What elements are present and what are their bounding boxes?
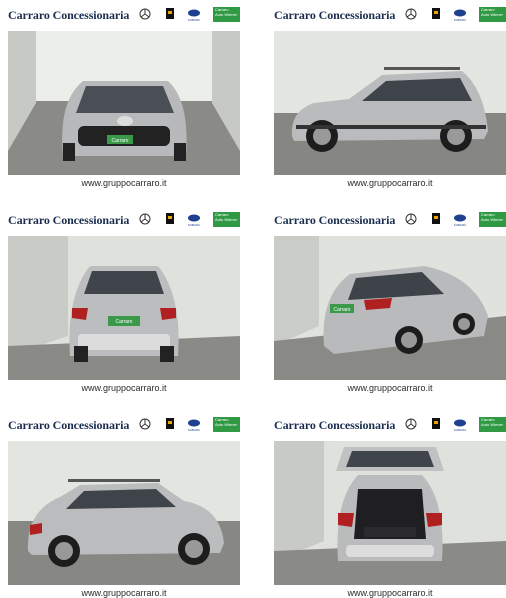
plate-text: Carraro bbox=[112, 138, 129, 144]
mercedes-logo-icon bbox=[404, 413, 418, 435]
photo-panel-3: Carraro Concessionaria SUBARU Carraro Au… bbox=[8, 208, 240, 393]
mercedes-logo-icon bbox=[138, 3, 152, 25]
subaru-label: SUBARU bbox=[188, 428, 201, 432]
dealer-header: Carraro Concessionaria SUBARU Carraro Au… bbox=[8, 3, 240, 25]
plate-text: Carraro bbox=[334, 307, 351, 313]
mercedes-logo-icon bbox=[138, 208, 152, 230]
photo-panel-5: Carraro Concessionaria SUBARU Carraro Au… bbox=[8, 413, 240, 598]
dealer-badge: Carraro Auto Wiener bbox=[479, 212, 506, 227]
badge-line-2: Auto Wiener bbox=[481, 216, 504, 222]
car-photo-rear-three-quarter: Carraro bbox=[274, 236, 506, 380]
badge-line-2: Auto Wiener bbox=[215, 11, 238, 17]
photo-panel-6: Carraro Concessionaria SUBARU Carraro Au… bbox=[274, 413, 506, 598]
subaru-label: SUBARU bbox=[188, 223, 201, 227]
subaru-label: SUBARU bbox=[188, 18, 201, 22]
mercedes-logo-icon bbox=[404, 3, 418, 25]
smart-logo-icon bbox=[164, 3, 176, 25]
website-caption: www.gruppocarraro.it bbox=[347, 383, 433, 393]
badge-line-2: Auto Wiener bbox=[481, 11, 504, 17]
website-caption: www.gruppocarraro.it bbox=[347, 178, 433, 188]
subaru-logo-icon: SUBARU bbox=[185, 413, 203, 435]
brand-name: Carraro Concessionaria bbox=[274, 418, 396, 432]
dealer-header: Carraro Concessionaria SUBARU Carraro Au… bbox=[274, 208, 506, 230]
badge-line-2: Auto Wiener bbox=[215, 216, 238, 222]
dealer-badge: Carraro Auto Wiener bbox=[479, 7, 506, 22]
dealer-badge: Carraro Auto Wiener bbox=[213, 7, 240, 22]
car-photo-front: Carraro bbox=[8, 31, 240, 175]
brand-name: Carraro Concessionaria bbox=[8, 418, 130, 432]
subaru-logo-icon: SUBARU bbox=[185, 208, 203, 230]
badge-line-2: Auto Wiener bbox=[215, 421, 238, 427]
website-caption: www.gruppocarraro.it bbox=[81, 383, 167, 393]
car-photo-side-right bbox=[274, 31, 506, 175]
plate-text: Carraro bbox=[116, 319, 133, 325]
smart-logo-icon bbox=[430, 208, 442, 230]
mercedes-logo-icon bbox=[138, 413, 152, 435]
photo-panel-1: Carraro Concessionaria SUBARU Carraro Au… bbox=[8, 3, 240, 188]
dealer-badge: Carraro Auto Wiener bbox=[479, 417, 506, 432]
brand-name: Carraro Concessionaria bbox=[8, 8, 130, 22]
brand-name: Carraro Concessionaria bbox=[8, 213, 130, 227]
smart-logo-icon bbox=[430, 413, 442, 435]
photo-panel-4: Carraro Concessionaria SUBARU Carraro Au… bbox=[274, 208, 506, 393]
subaru-label: SUBARU bbox=[454, 18, 467, 22]
dealer-header: Carraro Concessionaria SUBARU Carraro Au… bbox=[8, 208, 240, 230]
smart-logo-icon bbox=[164, 208, 176, 230]
car-photo-side-left bbox=[8, 441, 240, 585]
dealer-badge: Carraro Auto Wiener bbox=[213, 417, 240, 432]
dealer-header: Carraro Concessionaria SUBARU Carraro Au… bbox=[8, 413, 240, 435]
smart-logo-icon bbox=[164, 413, 176, 435]
badge-line-2: Auto Wiener bbox=[481, 421, 504, 427]
car-photo-rear-open-tailgate bbox=[274, 441, 506, 585]
smart-logo-icon bbox=[430, 3, 442, 25]
dealer-badge: Carraro Auto Wiener bbox=[213, 212, 240, 227]
subaru-logo-icon: SUBARU bbox=[185, 3, 203, 25]
car-photo-rear: Carraro bbox=[8, 236, 240, 380]
dealer-header: Carraro Concessionaria SUBARU Carraro Au… bbox=[274, 413, 506, 435]
brand-name: Carraro Concessionaria bbox=[274, 8, 396, 22]
mercedes-logo-icon bbox=[404, 208, 418, 230]
subaru-label: SUBARU bbox=[454, 428, 467, 432]
subaru-label: SUBARU bbox=[454, 223, 467, 227]
subaru-logo-icon: SUBARU bbox=[451, 3, 469, 25]
website-caption: www.gruppocarraro.it bbox=[81, 178, 167, 188]
photo-panel-2: Carraro Concessionaria SUBARU Carraro Au… bbox=[274, 3, 506, 188]
dealer-header: Carraro Concessionaria SUBARU Carraro Au… bbox=[274, 3, 506, 25]
subaru-logo-icon: SUBARU bbox=[451, 413, 469, 435]
brand-name: Carraro Concessionaria bbox=[274, 213, 396, 227]
subaru-logo-icon: SUBARU bbox=[451, 208, 469, 230]
